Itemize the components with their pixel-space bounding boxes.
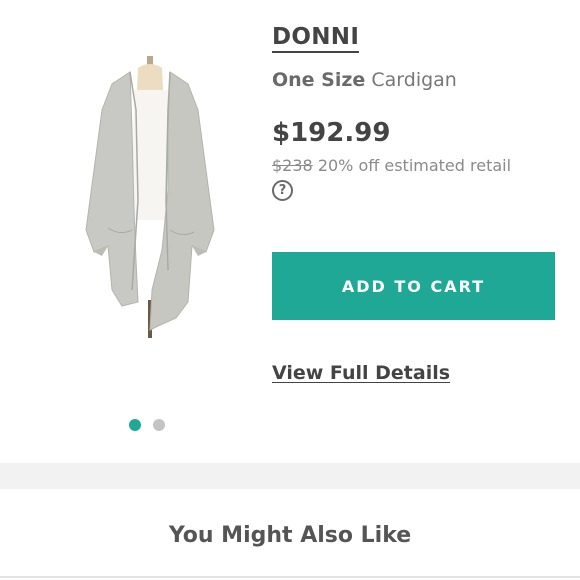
- carousel-dot-1[interactable]: [129, 419, 141, 431]
- add-to-cart-button[interactable]: ADD TO CART: [272, 252, 555, 320]
- discount-text: 20% off estimated retail: [317, 156, 512, 175]
- retail-price-line: $238 20% off estimated retail: [272, 156, 511, 176]
- product-size: One Size: [272, 69, 366, 91]
- brand-link[interactable]: DONNI: [272, 24, 360, 53]
- section-divider: [0, 463, 580, 489]
- recommendations-title: You Might Also Like: [168, 523, 412, 548]
- product-price: $192.99: [272, 118, 391, 148]
- product-page: DONNI One Size Cardigan $192.99 $238 20%…: [0, 0, 580, 580]
- product-subtitle: One Size Cardigan: [272, 68, 457, 92]
- bottom-divider: [0, 576, 580, 578]
- product-image[interactable]: [72, 50, 232, 350]
- carousel-dot-2[interactable]: [153, 419, 165, 431]
- cardigan-image: [85, 56, 215, 338]
- product-category: Cardigan: [371, 69, 457, 91]
- view-full-details-link[interactable]: View Full Details: [272, 361, 450, 385]
- question-circle-icon[interactable]: ?: [272, 180, 293, 201]
- carousel-dots: [129, 419, 165, 431]
- retail-price: $238: [272, 156, 313, 175]
